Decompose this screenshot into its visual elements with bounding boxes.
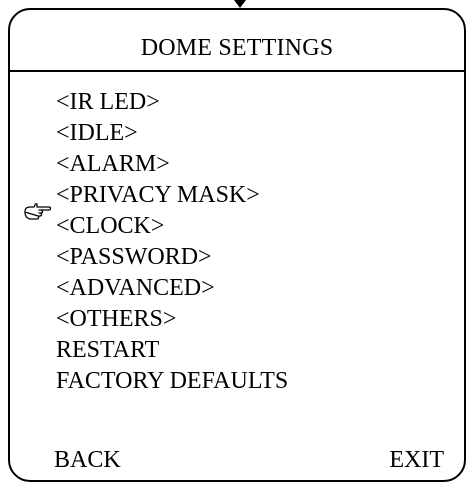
back-button[interactable]: BACK xyxy=(54,446,121,474)
menu-item-others[interactable]: <OTHERS> xyxy=(56,305,176,333)
menu-title: DOME SETTINGS xyxy=(140,35,334,61)
pointing-hand-icon xyxy=(24,203,52,220)
menu-item-advanced[interactable]: <ADVANCED> xyxy=(56,274,215,302)
menu-item-alarm[interactable]: <ALARM> xyxy=(56,150,170,178)
title-divider xyxy=(10,70,464,72)
exit-button[interactable]: EXIT xyxy=(389,446,444,474)
menu-item-privacy-mask[interactable]: <PRIVACY MASK> xyxy=(56,181,260,209)
menu-item-password[interactable]: <PASSWORD> xyxy=(56,243,212,271)
menu-item-ir-led[interactable]: <IR LED> xyxy=(56,88,160,116)
menu-item-clock[interactable]: <CLOCK> xyxy=(56,212,164,240)
menu-item-factory-defaults[interactable]: FACTORY DEFAULTS xyxy=(56,367,288,395)
menu-item-idle[interactable]: <IDLE> xyxy=(56,119,138,147)
osd-menu-frame: DOME SETTINGS <IR LED> <IDLE> <ALARM> <P… xyxy=(8,8,466,482)
scroll-up-indicator-icon xyxy=(234,0,246,8)
menu-item-restart[interactable]: RESTART xyxy=(56,336,159,364)
